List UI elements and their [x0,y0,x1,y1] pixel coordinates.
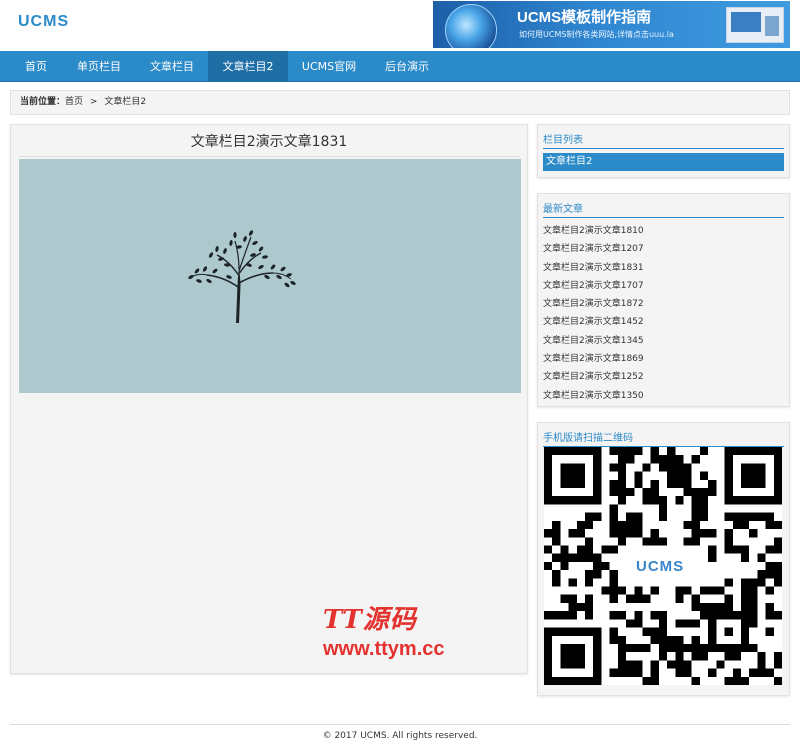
qr-code-box: 手机版请扫描二维码 UCMS [537,422,790,696]
latest-article-link[interactable]: 文章栏目2演示文章1345 [543,332,784,350]
footer-copyright: © 2017 UCMS. All rights reserved. [322,731,478,741]
banner-title: UCMS模板制作指南 [517,9,652,26]
qr-code-title: 手机版请扫描二维码 [543,429,784,447]
devices-icon [726,7,784,43]
article-image [19,159,521,393]
banner-subtitle: 如何用UCMS制作各类网站,详情点击uuu.la [519,30,674,39]
watermark: TT源码 www.ttym.cc [323,599,483,661]
latest-articles-list: 文章栏目2演示文章1810 文章栏目2演示文章1207 文章栏目2演示文章183… [543,222,784,405]
nav-item-single-page[interactable]: 单页栏目 [62,51,136,82]
latest-articles-box: 最新文章 文章栏目2演示文章1810 文章栏目2演示文章1207 文章栏目2演示… [537,193,790,407]
breadcrumb: 当前位置：首页 > 文章栏目2 [10,90,790,115]
site-header: UCMS UCMS模板制作指南 如何用UCMS制作各类网站,详情点击uuu.la [0,0,800,50]
nav-item-articles-2[interactable]: 文章栏目2 [208,51,288,82]
latest-article-link[interactable]: 文章栏目2演示文章1872 [543,295,784,313]
latest-article-link[interactable]: 文章栏目2演示文章1810 [543,222,784,240]
breadcrumb-home[interactable]: 首页 [65,97,83,107]
watermark-brand: TT源码 [323,605,417,635]
nav-item-admin-demo[interactable]: 后台演示 [370,51,444,82]
breadcrumb-separator: > [89,97,98,107]
category-item[interactable]: 文章栏目2 [543,153,784,171]
latest-article-link[interactable]: 文章栏目2演示文章1831 [543,259,784,277]
banner-ad[interactable]: UCMS模板制作指南 如何用UCMS制作各类网站,详情点击uuu.la [433,1,790,48]
latest-article-link[interactable]: 文章栏目2演示文章1350 [543,387,784,405]
latest-article-link[interactable]: 文章栏目2演示文章1707 [543,277,784,295]
qr-code: UCMS [544,447,782,685]
latest-article-link[interactable]: 文章栏目2演示文章1207 [543,240,784,258]
latest-article-link[interactable]: 文章栏目2演示文章1452 [543,313,784,331]
latest-article-link[interactable]: 文章栏目2演示文章1252 [543,368,784,386]
nav-item-articles[interactable]: 文章栏目 [136,51,208,82]
site-logo[interactable]: UCMS [18,13,69,31]
nav-item-ucms-official[interactable]: UCMS官网 [288,51,370,82]
category-list-box: 栏目列表 文章栏目2 [537,124,790,178]
article-title: 文章栏目2演示文章1831 [19,131,519,157]
footer-divider [10,724,790,725]
nav-item-home[interactable]: 首页 [10,51,62,82]
latest-article-link[interactable]: 文章栏目2演示文章1869 [543,350,784,368]
article-panel: 文章栏目2演示文章1831 TT源码 www.ttym.cc [10,124,528,674]
breadcrumb-prefix: 当前位置： [20,97,66,107]
latest-articles-title: 最新文章 [543,200,784,218]
tree-icon [188,230,296,323]
globe-icon [445,4,497,48]
breadcrumb-current[interactable]: 文章栏目2 [104,97,146,107]
watermark-url: www.ttym.cc [323,638,445,660]
main-nav: 首页 单页栏目 文章栏目 文章栏目2 UCMS官网 后台演示 [0,51,800,82]
category-list-title: 栏目列表 [543,131,784,149]
qr-logo: UCMS [632,557,689,576]
